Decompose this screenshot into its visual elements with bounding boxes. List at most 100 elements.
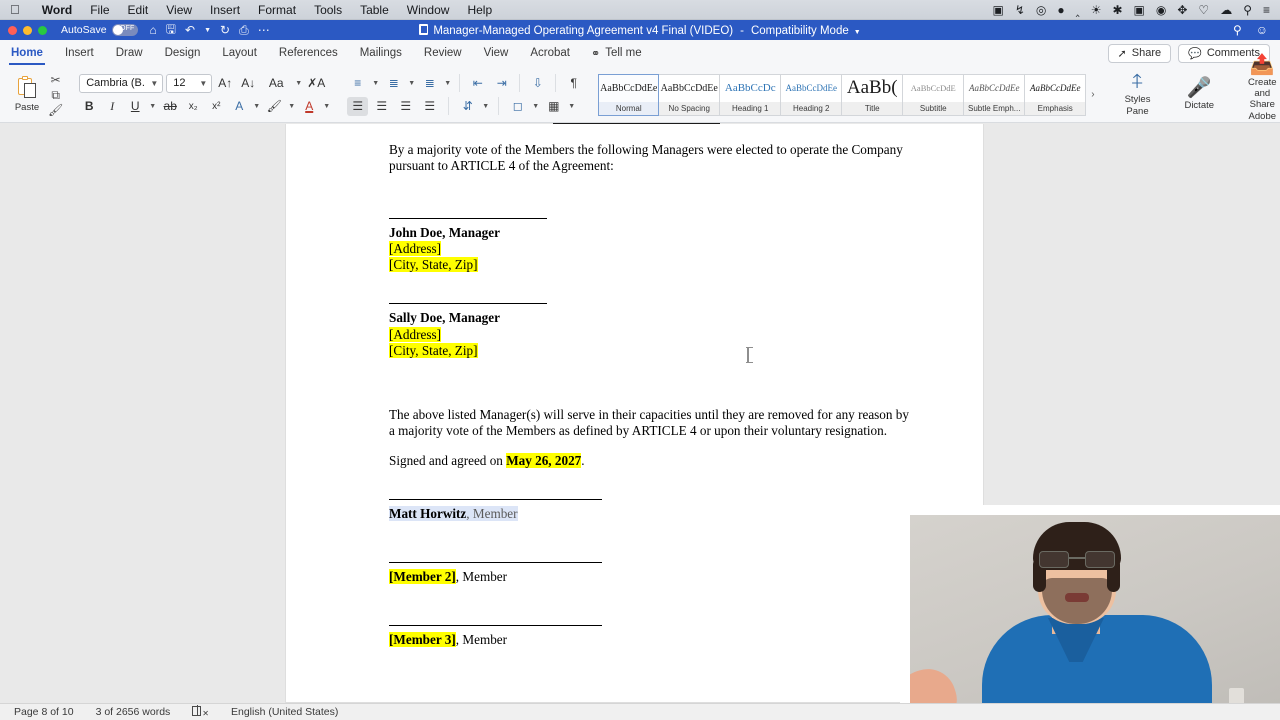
subscript-button[interactable]: x₂ bbox=[183, 97, 203, 116]
search-icon[interactable]: ⚲ bbox=[1243, 4, 1252, 16]
menu-item-word[interactable]: Word bbox=[33, 3, 81, 17]
clock-icon[interactable]: ◉ bbox=[1156, 4, 1166, 16]
autosave-control[interactable]: AutoSave OFF bbox=[61, 24, 138, 36]
document-body[interactable]: By a majority vote of the Members the fo… bbox=[389, 142, 909, 648]
chevron-down-icon[interactable]: ▼ bbox=[287, 103, 296, 110]
shading-icon[interactable]: ◻ bbox=[507, 97, 528, 116]
tell-me-box[interactable]: ⚭ Tell me bbox=[581, 47, 652, 60]
clear-formatting-icon[interactable]: ✗A bbox=[306, 74, 326, 93]
menu-item-edit[interactable]: Edit bbox=[119, 3, 158, 17]
smiley-icon[interactable]: ☺ bbox=[1256, 23, 1268, 37]
superscript-button[interactable]: x² bbox=[206, 97, 226, 116]
one-badge-icon[interactable]: ▣ bbox=[1134, 4, 1145, 16]
bullets-icon[interactable]: ≡ bbox=[347, 74, 368, 93]
tab-layout[interactable]: Layout bbox=[211, 40, 268, 66]
chevron-down-icon[interactable]: ▼ bbox=[322, 103, 331, 110]
line-spacing-icon[interactable]: ⇵ bbox=[457, 97, 478, 116]
tab-mailings[interactable]: Mailings bbox=[349, 40, 413, 66]
menu-item-format[interactable]: Format bbox=[249, 3, 305, 17]
scissors-icon[interactable]: ✂ bbox=[51, 74, 61, 86]
style-emphasis[interactable]: AaBbCcDdEe Emphasis bbox=[1025, 73, 1087, 116]
tab-insert[interactable]: Insert bbox=[54, 40, 105, 66]
dictate-button[interactable]: 🎤 Dictate bbox=[1175, 78, 1223, 112]
sort-icon[interactable]: ⇩ bbox=[527, 74, 548, 93]
style-heading-2[interactable]: AaBbCcDdEе Heading 2 bbox=[781, 73, 843, 116]
chevron-down-icon[interactable]: ▼ bbox=[371, 80, 380, 87]
align-right-icon[interactable]: ☰ bbox=[395, 97, 416, 116]
shrink-font-icon[interactable]: A↓ bbox=[238, 74, 258, 93]
menu-item-file[interactable]: File bbox=[81, 3, 118, 17]
paintbrush-icon[interactable]: 🖌 bbox=[48, 104, 63, 116]
tab-references[interactable]: References bbox=[268, 40, 349, 66]
tab-home[interactable]: Home bbox=[0, 40, 54, 66]
chevron-down-icon[interactable]: ▼ bbox=[407, 80, 416, 87]
undo-icon[interactable]: ↶ bbox=[185, 23, 195, 37]
copy-icon[interactable]: ⧉ bbox=[51, 89, 60, 101]
shield-icon[interactable]: ♡ bbox=[1198, 4, 1209, 16]
print-icon[interactable]: ⎙ bbox=[239, 23, 249, 38]
menu-item-view[interactable]: View bbox=[157, 3, 201, 17]
grow-font-icon[interactable]: A↑ bbox=[215, 74, 235, 93]
change-case-button[interactable]: Aa bbox=[261, 74, 291, 93]
highlight-icon[interactable]: 🖌 bbox=[264, 97, 284, 116]
share-button[interactable]: ➚ Share bbox=[1107, 43, 1172, 63]
styles-pane-button[interactable]: ⍏ Styles Pane bbox=[1116, 72, 1160, 118]
sun-icon[interactable]: ☀ bbox=[1091, 4, 1102, 16]
justify-icon[interactable]: ☰ bbox=[419, 97, 440, 116]
minimize-icon[interactable] bbox=[23, 25, 32, 35]
dropbox-icon[interactable]: ✥ bbox=[1177, 4, 1187, 16]
undo-dropdown-icon[interactable]: ▼ bbox=[204, 27, 211, 34]
more-commands-icon[interactable]: ⋯ bbox=[258, 23, 270, 37]
style-title[interactable]: AaBb( Title bbox=[842, 73, 904, 116]
apple-icon[interactable]:  bbox=[10, 3, 20, 16]
style-subtle-emphasis[interactable]: AaBbCcDdEe Subtle Emph... bbox=[964, 73, 1026, 116]
maximize-icon[interactable] bbox=[38, 25, 47, 35]
screen-record-icon[interactable]: ▣ bbox=[992, 4, 1003, 16]
proofing-errors-icon[interactable]: ✕ bbox=[192, 705, 231, 719]
shortcut-icon[interactable]: ↯ bbox=[1015, 4, 1025, 16]
chevron-down-icon[interactable]: ▼ bbox=[252, 103, 261, 110]
menu-item-help[interactable]: Help bbox=[458, 3, 501, 17]
cloud-icon[interactable]: ☁ bbox=[1220, 4, 1232, 16]
word-count[interactable]: 3 of 2656 words bbox=[96, 706, 193, 718]
chevron-down-icon[interactable]: ▼ bbox=[443, 80, 452, 87]
increase-indent-icon[interactable]: ⇥ bbox=[491, 74, 512, 93]
chevron-down-icon[interactable]: ▼ bbox=[148, 103, 157, 110]
strikethrough-icon[interactable]: ab bbox=[160, 97, 180, 116]
underline-button[interactable]: U bbox=[125, 97, 145, 116]
menu-item-table[interactable]: Table bbox=[351, 3, 398, 17]
tab-view[interactable]: View bbox=[473, 40, 520, 66]
language-indicator[interactable]: English (United States) bbox=[231, 706, 360, 718]
tab-design[interactable]: Design bbox=[154, 40, 212, 66]
magic-wand-icon[interactable]: ✱ bbox=[1112, 4, 1122, 16]
autosave-toggle[interactable]: OFF bbox=[111, 24, 138, 36]
style-heading-1[interactable]: AaBbCcDc Heading 1 bbox=[720, 73, 782, 116]
tab-acrobat[interactable]: Acrobat bbox=[519, 40, 581, 66]
menu-item-tools[interactable]: Tools bbox=[305, 3, 351, 17]
borders-icon[interactable]: ▦ bbox=[543, 97, 564, 116]
home-icon[interactable]: ⌂ bbox=[150, 23, 157, 37]
menu-item-window[interactable]: Window bbox=[398, 3, 459, 17]
search-icon[interactable]: ⚲ bbox=[1233, 23, 1242, 37]
spiral-icon[interactable]: ◎ bbox=[1036, 4, 1046, 16]
text-effects-icon[interactable]: A bbox=[229, 97, 249, 116]
tab-draw[interactable]: Draw bbox=[105, 40, 154, 66]
user-face-icon[interactable]: ● bbox=[1057, 4, 1064, 16]
chevron-right-icon[interactable]: › bbox=[1086, 89, 1099, 100]
paragraph-marks-icon[interactable]: ¶ bbox=[563, 74, 584, 93]
paste-button[interactable]: Paste bbox=[6, 76, 48, 113]
tab-review[interactable]: Review bbox=[413, 40, 473, 66]
chevron-down-icon[interactable]: ▼ bbox=[294, 80, 303, 87]
chevron-down-icon[interactable]: ▼ bbox=[481, 103, 490, 110]
close-icon[interactable] bbox=[8, 25, 17, 35]
align-center-icon[interactable]: ☰ bbox=[371, 97, 392, 116]
chevron-down-icon[interactable]: ▼ bbox=[567, 103, 576, 110]
control-center-icon[interactable]: ≡ bbox=[1263, 4, 1270, 16]
font-color-icon[interactable]: A bbox=[299, 97, 319, 116]
style-no-spacing[interactable]: AaBbCcDdEе No Spacing bbox=[659, 73, 721, 116]
style-subtitle[interactable]: AaBbCcDdE Subtitle bbox=[903, 73, 965, 116]
menu-item-insert[interactable]: Insert bbox=[201, 3, 249, 17]
align-left-icon[interactable]: ☰ bbox=[347, 96, 369, 116]
multilevel-list-icon[interactable]: ≣ bbox=[419, 74, 440, 93]
numbering-icon[interactable]: ≣ bbox=[383, 74, 404, 93]
